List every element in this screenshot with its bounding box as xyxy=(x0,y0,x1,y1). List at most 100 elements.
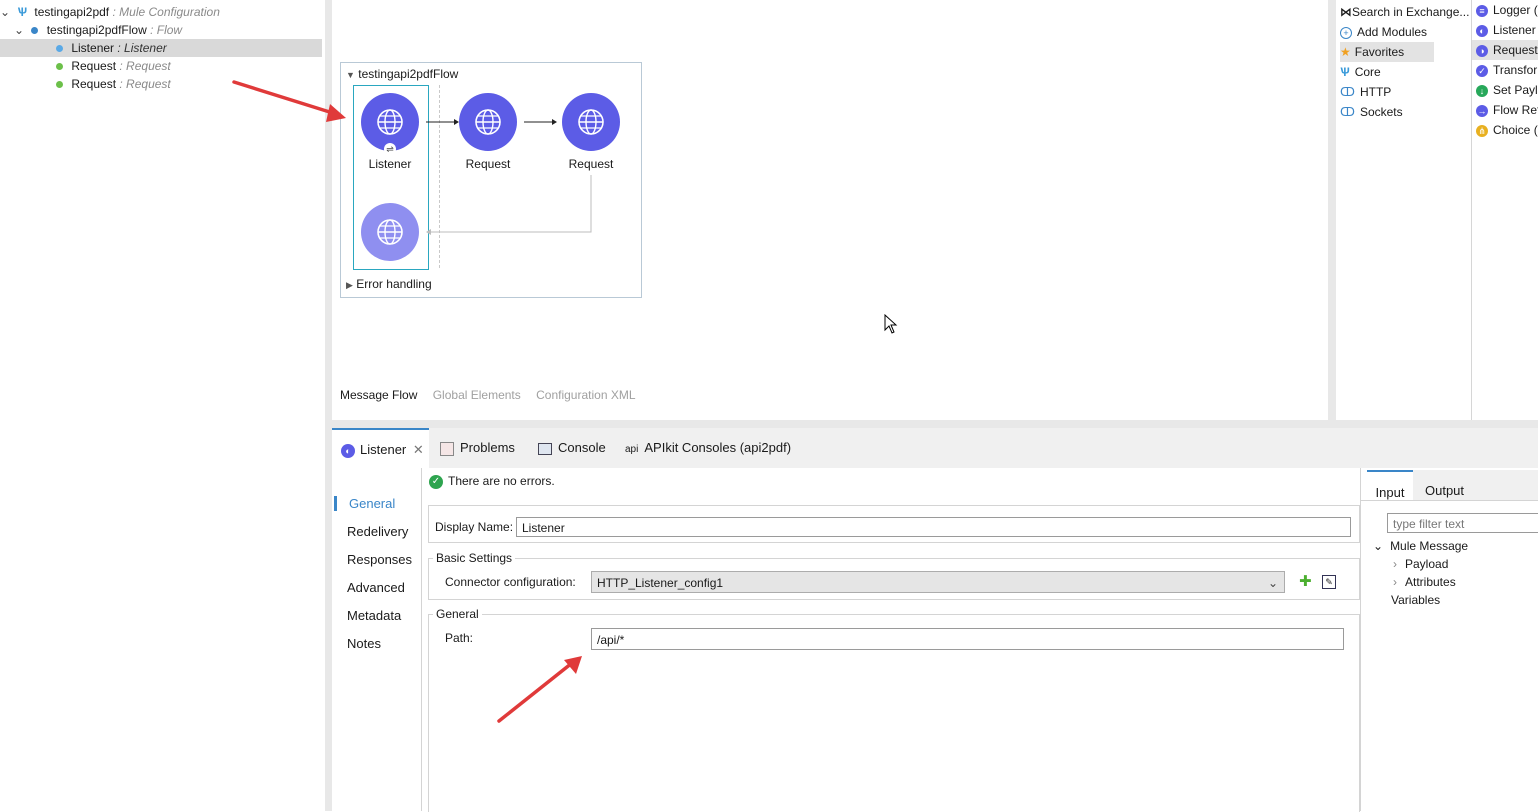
tree-flow-name: testingapi2pdfFlow xyxy=(46,23,147,37)
chevron-down-icon[interactable]: ⌄ xyxy=(0,3,10,21)
tree-root[interactable]: ⌄ Ѱ testingapi2pdf : Mule Configuration xyxy=(0,3,220,21)
nav-divider xyxy=(421,468,422,811)
op-choice[interactable]: ⋔ Choice ( xyxy=(1476,120,1538,140)
core-item[interactable]: Ѱ Core xyxy=(1340,62,1381,82)
chevron-right-icon[interactable]: › xyxy=(1393,575,1397,589)
problems-icon xyxy=(440,441,454,456)
nav-metadata[interactable]: Metadata xyxy=(347,608,401,623)
chevron-down-icon[interactable]: ⌄ xyxy=(1268,572,1278,594)
nav-advanced[interactable]: Advanced xyxy=(347,580,405,595)
nav-redelivery[interactable]: Redelivery xyxy=(347,524,408,539)
nav-responses[interactable]: Responses xyxy=(347,552,412,567)
path-label: Path: xyxy=(445,631,474,645)
search-exchange-item[interactable]: ⋈Search in Exchange... xyxy=(1340,2,1469,22)
palette-operations: ≡ Logger ( ◐ Listener ◑ Request ✓ Transforr … xyxy=(1471,0,1538,420)
horizontal-splitter[interactable] xyxy=(332,420,1538,428)
view-tab-bar: ◐ Listener ✕ Problems Console api APIkit C… xyxy=(332,428,1538,468)
category-label: Sockets xyxy=(1359,105,1403,119)
path-field[interactable]: /api/* xyxy=(591,628,1344,650)
op-flow-ref[interactable]: → Flow Ref xyxy=(1476,100,1538,120)
tree-item-name: Request xyxy=(71,77,117,91)
nav-notes[interactable]: Notes xyxy=(347,636,381,651)
tree-item-name: Listener xyxy=(71,41,115,55)
add-modules-item[interactable]: + Add Modules xyxy=(1340,22,1427,42)
vertical-splitter[interactable] xyxy=(325,0,332,811)
metadata-panel: Input Output type filter text ⌄ Mule Mess… xyxy=(1360,468,1538,811)
sockets-item[interactable]: ↀ Sockets xyxy=(1340,102,1403,122)
request-dot-icon xyxy=(56,63,63,71)
chevron-right-icon[interactable]: › xyxy=(1393,557,1397,571)
op-label: Logger ( xyxy=(1493,3,1538,17)
op-label: Transforr xyxy=(1493,63,1538,77)
op-set-payload[interactable]: ↓ Set Paylo xyxy=(1476,80,1538,100)
op-logger[interactable]: ≡ Logger ( xyxy=(1476,0,1538,20)
op-request[interactable]: ◑ Request xyxy=(1472,40,1538,60)
tree-item-listener[interactable]: Listener : Listener xyxy=(0,39,322,57)
display-name-field[interactable]: Listener xyxy=(516,517,1351,537)
transform-icon: ✓ xyxy=(1476,64,1488,77)
filter-input[interactable]: type filter text xyxy=(1387,513,1538,533)
add-config-icon[interactable]: ✚ xyxy=(1299,574,1312,589)
exchange-icon: ⋈ xyxy=(1340,5,1352,19)
flow-container[interactable]: ▼ testingapi2pdfFlow ⇌ Listener Request … xyxy=(340,62,642,298)
palette-categories: ⋈Search in Exchange... + Add Modules ★ Fav… xyxy=(1336,0,1470,420)
mule-icon: Ѱ xyxy=(1340,65,1350,79)
tab-input[interactable]: Input xyxy=(1367,470,1413,500)
tree-item-type: : Request xyxy=(116,77,171,91)
tree-payload[interactable]: › Payload xyxy=(1393,557,1448,571)
flow-ref-icon: → xyxy=(1476,104,1488,117)
http-item[interactable]: ↀ HTTP xyxy=(1340,82,1391,102)
tree-mule-message[interactable]: ⌄ Mule Message xyxy=(1373,539,1468,553)
connector-config-label: Connector configuration: xyxy=(445,575,576,589)
tab-console[interactable]: Console xyxy=(538,428,606,468)
tab-problems[interactable]: Problems xyxy=(440,428,515,468)
op-transform[interactable]: ✓ Transforr xyxy=(1476,60,1538,80)
logger-icon: ≡ xyxy=(1476,4,1488,17)
nav-general[interactable]: General xyxy=(334,496,395,511)
sockets-icon: ↀ xyxy=(1340,105,1355,119)
chevron-down-icon[interactable]: ⌄ xyxy=(14,21,28,39)
favorites-item[interactable]: ★ Favorites xyxy=(1340,42,1434,62)
tree-label: Attributes xyxy=(1405,575,1456,589)
op-label: Choice ( xyxy=(1493,123,1538,137)
tree-flow-type: : Flow xyxy=(146,23,183,37)
op-label: Set Paylo xyxy=(1493,83,1538,97)
palette-splitter[interactable] xyxy=(1328,0,1336,420)
op-listener[interactable]: ◐ Listener xyxy=(1476,20,1536,40)
properties-nav: General Redelivery Responses Advanced Me… xyxy=(332,468,420,811)
error-handling-header[interactable]: ▶ Error handling xyxy=(346,277,432,291)
tree-item-request[interactable]: Request : Request xyxy=(56,75,171,93)
tree-label: Mule Message xyxy=(1390,539,1469,553)
close-icon[interactable]: ✕ xyxy=(413,442,424,457)
tab-apikit[interactable]: api APIkit Consoles (api2pdf) xyxy=(625,428,791,468)
category-label: Search in Exchange... xyxy=(1352,5,1470,19)
triangle-right-icon[interactable]: ▶ xyxy=(346,280,353,290)
tree-item-request[interactable]: Request : Request xyxy=(56,57,171,75)
tab-global-elements[interactable]: Global Elements xyxy=(433,388,521,402)
request-icon: ◑ xyxy=(1476,44,1488,57)
tab-listener[interactable]: ◐ Listener ✕ xyxy=(332,428,429,468)
star-icon: ★ xyxy=(1340,45,1351,59)
tab-output[interactable]: Output xyxy=(1413,470,1538,500)
mouse-cursor-icon xyxy=(884,314,898,334)
listener-icon: ◐ xyxy=(341,443,355,458)
tab-divider xyxy=(1361,500,1538,501)
api-icon: api xyxy=(625,444,639,455)
check-circle-icon: ✓ xyxy=(429,474,443,489)
tree-flow[interactable]: ⌄ testingapi2pdfFlow : Flow xyxy=(14,21,182,39)
tab-configuration-xml[interactable]: Configuration XML xyxy=(536,388,635,402)
category-label: Favorites xyxy=(1354,45,1405,59)
tab-label: APIkit Consoles (api2pdf) xyxy=(644,440,792,455)
tree-attributes[interactable]: › Attributes xyxy=(1393,575,1456,589)
edit-config-icon[interactable]: ✎ xyxy=(1322,575,1336,589)
tab-label: Listener xyxy=(360,442,407,457)
tab-label: Problems xyxy=(460,440,515,455)
plus-circle-icon: + xyxy=(1340,26,1352,39)
tree-root-name: testingapi2pdf xyxy=(34,5,110,19)
chevron-down-icon[interactable]: ⌄ xyxy=(1373,539,1383,553)
display-name-label: Display Name: xyxy=(435,520,514,534)
connector-config-select[interactable]: HTTP_Listener_config1 ⌄ xyxy=(591,571,1285,593)
tree-variables[interactable]: Variables xyxy=(1391,593,1440,607)
tab-message-flow[interactable]: Message Flow xyxy=(340,388,417,402)
editor-bottom-tabs: Message Flow Global Elements Configurati… xyxy=(340,388,648,402)
